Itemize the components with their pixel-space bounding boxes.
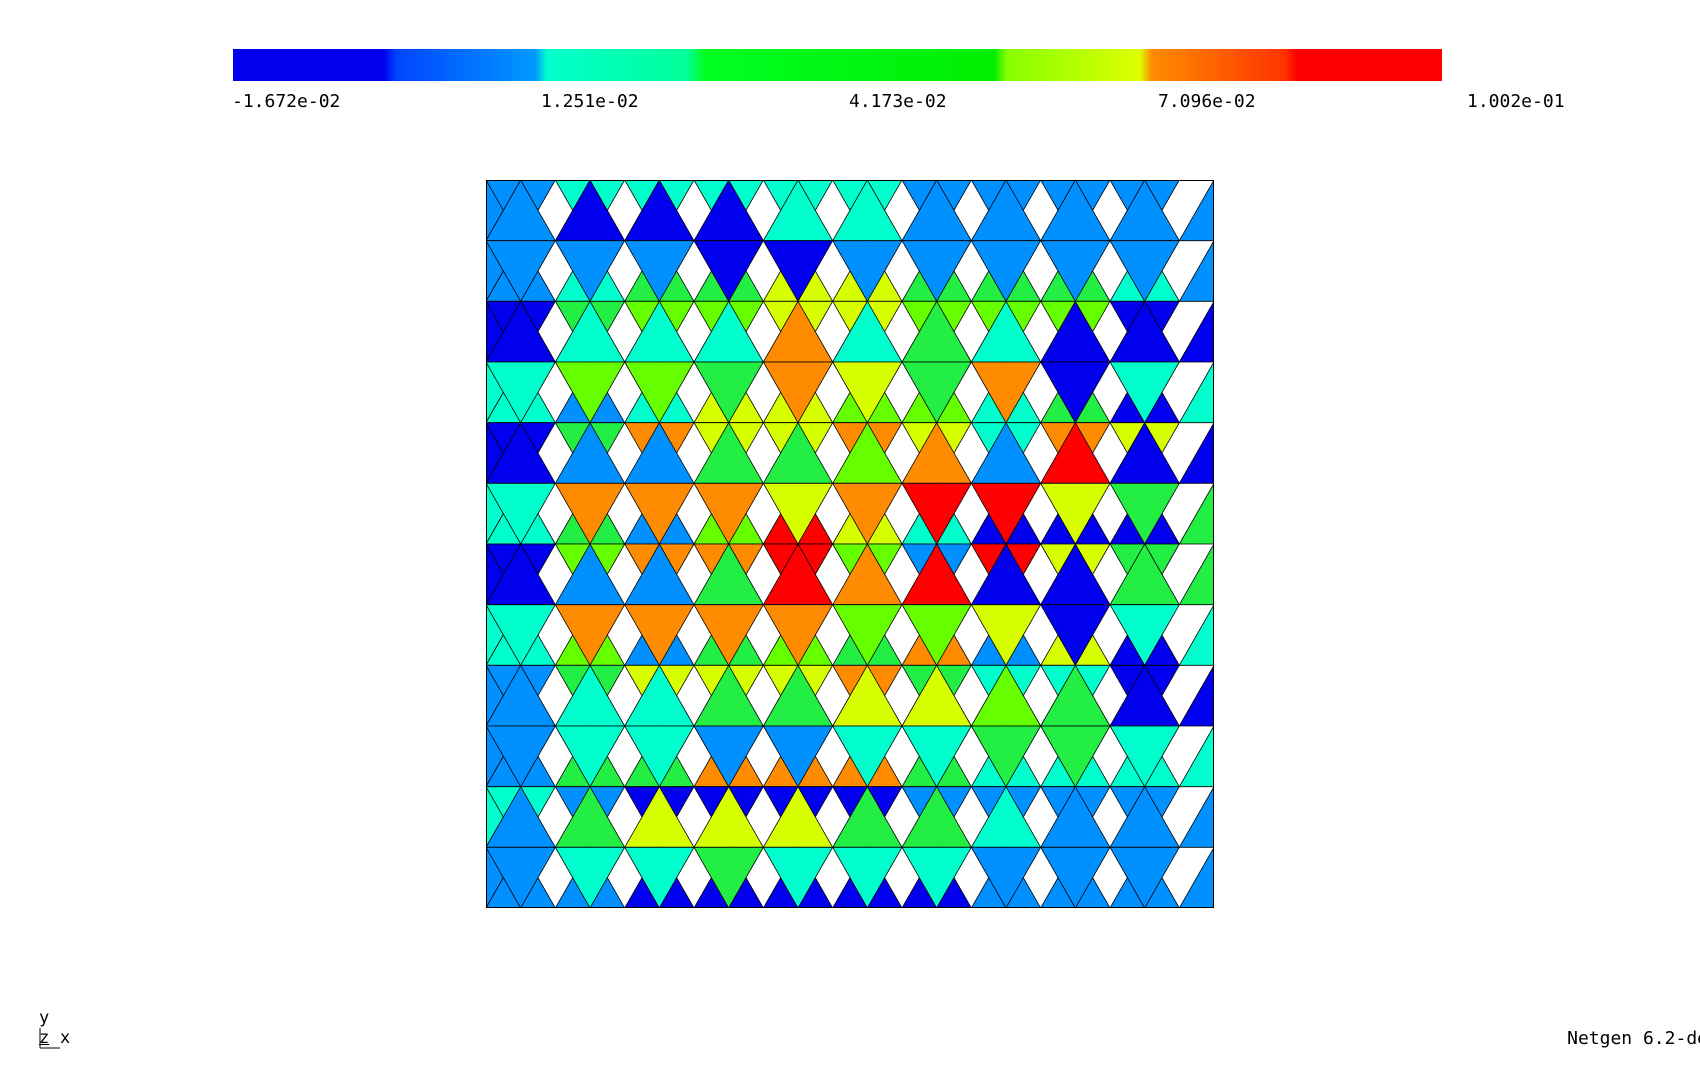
- colorbar: [233, 49, 1442, 81]
- version-label: Netgen 6.2-de: [1567, 1028, 1700, 1049]
- graphics-viewport[interactable]: -1.672e-02 1.251e-02 4.173e-02 7.096e-02…: [0, 0, 1700, 1088]
- colorbar-label-max: 1.002e-01: [1467, 91, 1565, 112]
- mesh-boundary-element: [1178, 664, 1214, 727]
- colorbar-label-min: -1.672e-02: [232, 91, 341, 112]
- mesh-boundary-element: [1178, 482, 1214, 545]
- mesh-boundary-element: [1178, 361, 1214, 424]
- fem-mesh[interactable]: [486, 180, 1214, 908]
- mesh-boundary-element: [1178, 725, 1214, 788]
- mesh-boundary-element: [1178, 421, 1214, 484]
- colorbar-label-2: 1.251e-02: [541, 91, 639, 112]
- mesh-boundary-element: [1178, 543, 1214, 606]
- mesh-boundary-element: [1178, 300, 1214, 363]
- axis-triad-icon: [39, 1028, 60, 1049]
- colorbar-label-3: 4.173e-02: [849, 91, 947, 112]
- mesh-boundary-element: [1178, 239, 1214, 302]
- colorbar-label-4: 7.096e-02: [1158, 91, 1256, 112]
- axis-y-label: y: [39, 1008, 50, 1028]
- mesh-boundary-element: [1178, 846, 1214, 908]
- mesh-boundary-element: [1178, 180, 1214, 242]
- mesh-boundary-element: [1178, 785, 1214, 848]
- mesh-boundary-element: [1178, 603, 1214, 666]
